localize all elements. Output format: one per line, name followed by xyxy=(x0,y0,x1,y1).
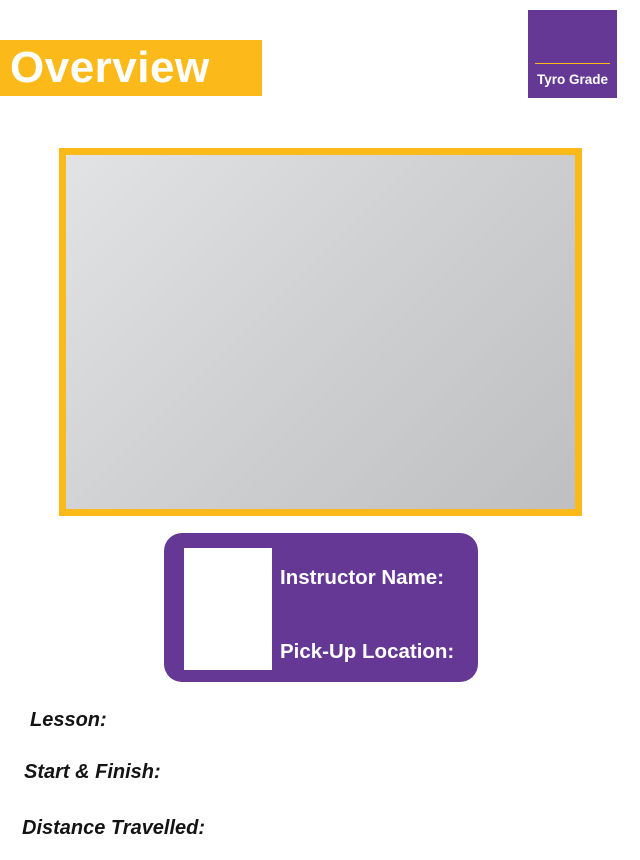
grade-label: Tyro Grade xyxy=(536,72,609,87)
page-title: Overview xyxy=(10,43,210,92)
lesson-label: Lesson: xyxy=(30,709,107,731)
grade-divider xyxy=(535,63,610,64)
grade-badge: Tyro Grade xyxy=(528,10,617,98)
route-photo-placeholder xyxy=(59,148,582,516)
instructor-name-label: Instructor Name: xyxy=(280,566,445,589)
pickup-location-label: Pick-Up Location: xyxy=(280,640,455,663)
instructor-card: Instructor Name: Pick-Up Location: xyxy=(164,533,478,682)
start-finish-label: Start & Finish: xyxy=(24,761,161,783)
title-banner: Overview xyxy=(0,40,262,96)
distance-travelled-label: Distance Travelled: xyxy=(22,817,206,839)
instructor-photo-placeholder xyxy=(184,548,272,670)
